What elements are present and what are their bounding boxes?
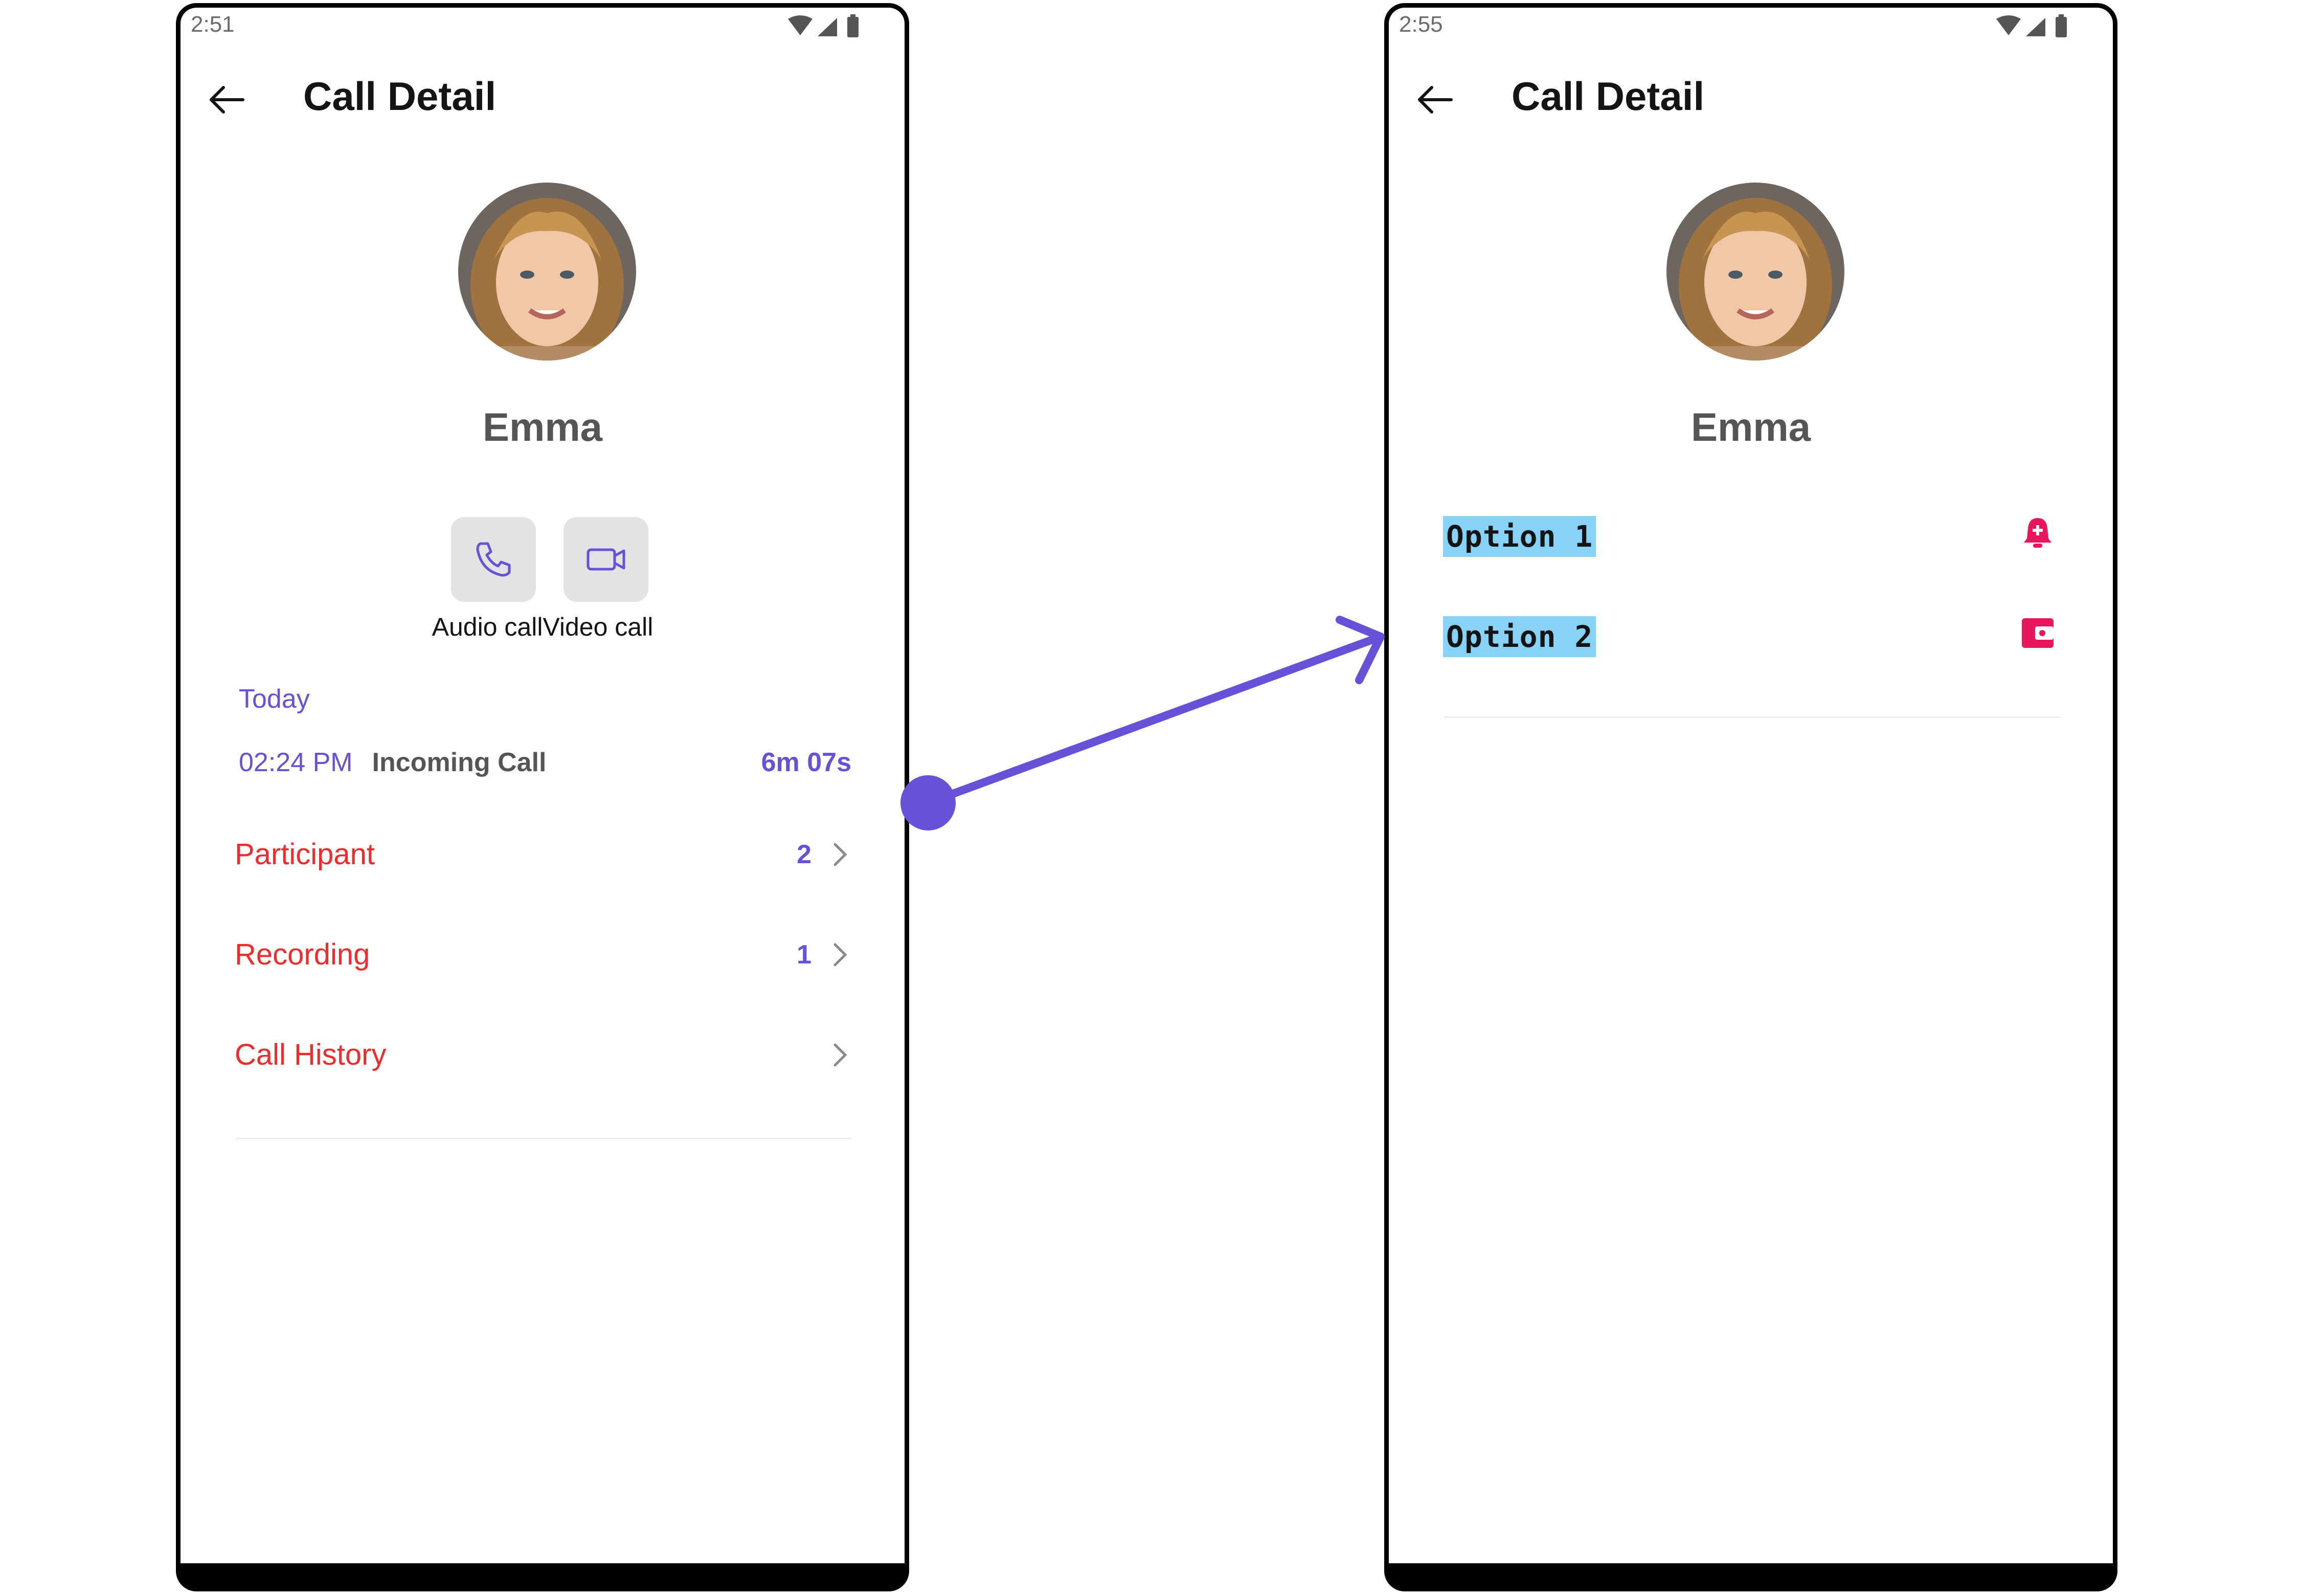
video-call-label: Video call: [543, 613, 653, 641]
wifi-icon: [1996, 15, 2021, 35]
list-item-participant[interactable]: Participant 2: [235, 824, 851, 885]
contact-name: Emma: [1690, 404, 1811, 449]
back-arrow-icon[interactable]: [1414, 79, 1455, 120]
arrow-line: [924, 633, 1385, 807]
signal-icon: [818, 18, 837, 36]
battery-icon: [847, 17, 859, 37]
chevron-right-icon: [833, 1043, 847, 1067]
option-item-1[interactable]: Option 1: [1443, 501, 2060, 562]
divider: [236, 1138, 851, 1139]
list-item-recording[interactable]: Recording 1: [235, 924, 851, 985]
page-title: Call Detail: [303, 74, 497, 119]
contact-name: Emma: [482, 404, 603, 449]
status-time: 2:51: [191, 12, 235, 37]
home-indicator[interactable]: [480, 1580, 614, 1585]
action-labels: Audio callVideo call: [181, 612, 905, 642]
option-item-2[interactable]: Option 2: [1443, 601, 2060, 662]
list-item-count: 2: [797, 840, 811, 869]
back-arrow-icon[interactable]: [206, 79, 247, 120]
page-title: Call Detail: [1512, 74, 1705, 119]
audio-call-label: Audio call: [432, 613, 543, 641]
wallet-icon: [2022, 618, 2054, 648]
video-camera-icon: [587, 548, 625, 571]
status-icons: [788, 14, 859, 37]
battery-icon: [2056, 17, 2067, 37]
phone-screen-right: 2:55 Call Detail Emma Option 1 Option 2: [1384, 3, 2117, 1591]
call-date-header: Today: [239, 684, 310, 714]
chevron-right-icon: [833, 943, 847, 966]
status-icons: [1996, 14, 2067, 37]
phone-screen-left: 2:51 Call Detail Emma Audio callVideo ca…: [176, 3, 909, 1591]
avatar: [458, 183, 636, 361]
list-item-label: Call History: [235, 1038, 387, 1071]
list-item-count: 1: [797, 940, 811, 970]
status-time: 2:55: [1399, 12, 1443, 37]
call-duration: 6m 07s: [761, 748, 851, 777]
list-item-call-history[interactable]: Call History: [235, 1024, 851, 1086]
option-label: Option 1: [1443, 516, 1596, 557]
call-time: 02:24 PM: [239, 748, 353, 777]
avatar: [1666, 183, 1844, 361]
audio-call-button[interactable]: [451, 517, 536, 602]
call-type: Incoming Call: [372, 748, 547, 777]
chevron-right-icon: [833, 843, 847, 866]
phone-icon: [476, 542, 511, 577]
option-label: Option 2: [1443, 616, 1596, 657]
arrow-head: [1336, 616, 1385, 684]
wifi-icon: [788, 15, 813, 35]
divider: [1444, 716, 2060, 718]
call-log-row: 02:24 PM Incoming Call 6m 07s: [239, 747, 851, 778]
home-indicator[interactable]: [1688, 1580, 1822, 1585]
video-call-button[interactable]: [563, 517, 648, 602]
list-item-label: Recording: [235, 938, 370, 971]
list-item-label: Participant: [235, 838, 375, 871]
signal-icon: [2026, 18, 2045, 36]
bell-plus-icon: [2024, 518, 2051, 548]
